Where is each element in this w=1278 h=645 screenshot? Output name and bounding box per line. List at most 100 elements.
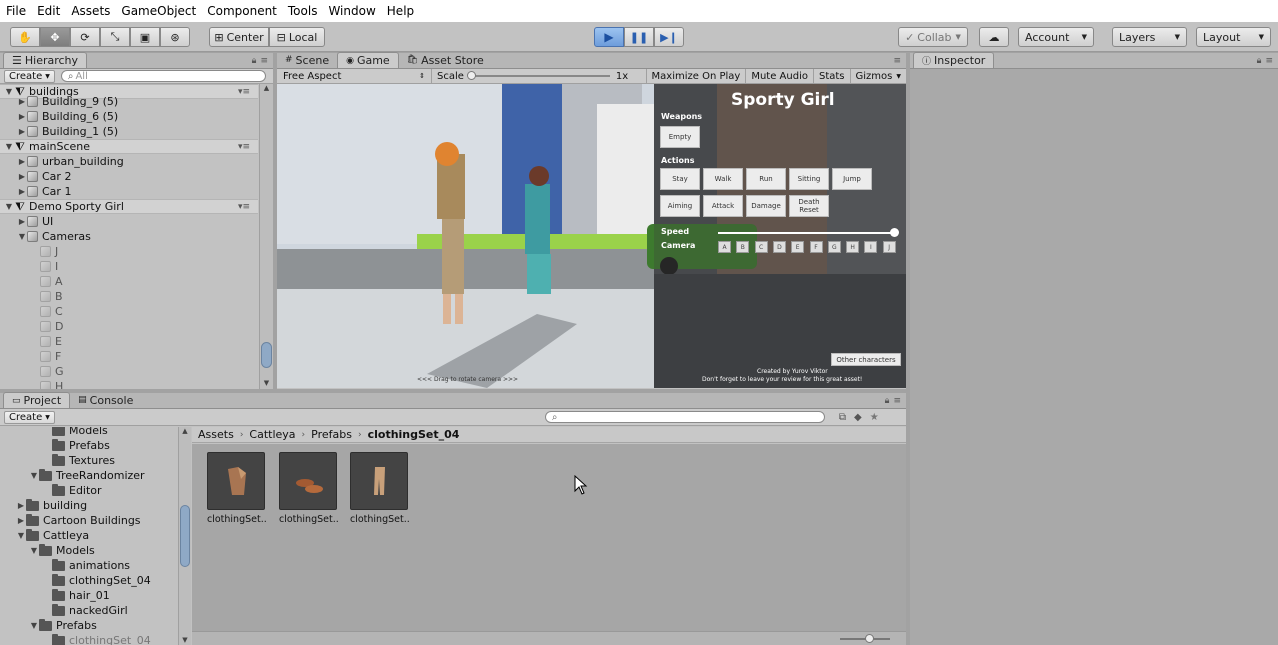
action-walk-button[interactable]: Walk: [703, 168, 743, 190]
action-attack-button[interactable]: Attack: [703, 195, 743, 217]
layers-dropdown[interactable]: Layers ▼: [1112, 27, 1187, 47]
hierarchy-create-button[interactable]: Create ▼: [4, 69, 55, 83]
hierarchy-scroll-thumb[interactable]: [261, 342, 272, 368]
project-folder-row[interactable]: ▼ TreeRandomizer: [0, 468, 178, 483]
chevron-right-icon[interactable]: ▶: [17, 187, 27, 196]
cloud-button[interactable]: ☁: [979, 27, 1009, 47]
action-aiming-button[interactable]: Aiming: [660, 195, 700, 217]
project-create-button[interactable]: Create ▼: [4, 410, 55, 424]
hierarchy-row[interactable]: B: [0, 289, 258, 304]
hierarchy-row[interactable]: J: [0, 244, 258, 259]
camera-key-button[interactable]: H: [846, 241, 860, 253]
chevron-right-icon[interactable]: ▶: [17, 112, 27, 121]
project-folder-row[interactable]: ▼ Prefabs: [0, 618, 178, 633]
menu-window[interactable]: Window: [328, 4, 375, 18]
camera-key-button[interactable]: G: [827, 241, 841, 253]
hierarchy-row[interactable]: G: [0, 364, 258, 379]
project-folder-row[interactable]: ▶ Cartoon Buildings: [0, 513, 178, 528]
transform-tool-button[interactable]: ⊛: [160, 27, 190, 47]
action-jump-button[interactable]: Jump: [832, 168, 872, 190]
filter-type-icon[interactable]: ⧉: [839, 412, 846, 423]
action-death-reset-button[interactable]: Death Reset: [789, 195, 829, 217]
project-tree-scroll-thumb[interactable]: [180, 505, 190, 567]
chevron-down-icon[interactable]: ▼: [29, 471, 39, 480]
breadcrumb-assets[interactable]: Assets: [198, 428, 234, 441]
action-sitting-button[interactable]: Sitting: [789, 168, 829, 190]
layout-dropdown[interactable]: Layout ▼: [1196, 27, 1271, 47]
hierarchy-row[interactable]: ▼ Cameras: [0, 229, 258, 244]
scroll-down-icon[interactable]: ▼: [260, 379, 273, 387]
other-characters-button[interactable]: Other characters: [831, 353, 901, 366]
camera-key-button[interactable]: J: [882, 241, 896, 253]
tab-hierarchy[interactable]: ☰ Hierarchy: [3, 52, 88, 68]
scene-header-row[interactable]: ▼ ⧨ mainScene ▾≡: [0, 139, 258, 154]
scene-menu-icon[interactable]: ▾≡: [238, 202, 250, 212]
project-folder-row[interactable]: animations: [0, 558, 178, 573]
account-dropdown[interactable]: Account ▼: [1018, 27, 1094, 47]
project-folder-row[interactable]: Prefabs: [0, 438, 178, 453]
chevron-down-icon[interactable]: ▼: [4, 202, 14, 211]
chevron-right-icon[interactable]: ▶: [16, 516, 26, 525]
step-button[interactable]: ▶❙: [654, 27, 684, 47]
camera-key-button[interactable]: A: [718, 241, 731, 253]
hierarchy-row[interactable]: H: [0, 379, 258, 389]
tab-inspector[interactable]: ⓘ Inspector: [913, 52, 995, 68]
lock-icon[interactable]: 🔒︎: [885, 396, 890, 406]
project-folder-row[interactable]: ▶ building: [0, 498, 178, 513]
camera-key-button[interactable]: B: [736, 241, 750, 253]
menu-component[interactable]: Component: [207, 4, 277, 18]
chevron-down-icon[interactable]: ▼: [29, 546, 39, 555]
panel-menu-icon[interactable]: ≡: [893, 396, 901, 406]
project-folder-row[interactable]: clothingSet_04: [0, 573, 178, 588]
chevron-right-icon[interactable]: ▶: [16, 501, 26, 510]
camera-key-button[interactable]: E: [791, 241, 805, 253]
hierarchy-scrollbar[interactable]: ▲ ▼: [259, 84, 273, 389]
tab-asset-store[interactable]: 🛍︎ Asset Store: [399, 52, 492, 68]
menu-help[interactable]: Help: [387, 4, 414, 18]
chevron-down-icon[interactable]: ▼: [4, 142, 14, 151]
favorite-star-icon[interactable]: ★: [870, 412, 879, 423]
hierarchy-row[interactable]: C: [0, 304, 258, 319]
hierarchy-row[interactable]: ▶ Building_6 (5): [0, 109, 258, 124]
maximize-on-play-toggle[interactable]: Maximize On Play: [645, 68, 746, 84]
scale-tool-button[interactable]: ⤡: [100, 27, 130, 47]
menu-assets[interactable]: Assets: [71, 4, 110, 18]
menu-tools[interactable]: Tools: [288, 4, 318, 18]
camera-key-button[interactable]: D: [772, 241, 786, 253]
action-run-button[interactable]: Run: [746, 168, 786, 190]
tab-console[interactable]: ▤ Console: [70, 392, 141, 408]
camera-key-button[interactable]: C: [754, 241, 768, 253]
action-stay-button[interactable]: Stay: [660, 168, 700, 190]
hierarchy-row[interactable]: ▶ Building_1 (5): [0, 124, 258, 139]
chevron-down-icon[interactable]: ▼: [17, 232, 27, 241]
hierarchy-row[interactable]: E: [0, 334, 258, 349]
panel-menu-icon[interactable]: ≡: [1265, 56, 1273, 66]
speed-slider-knob[interactable]: [890, 228, 899, 237]
breadcrumb-prefabs[interactable]: Prefabs: [311, 428, 352, 441]
panel-menu-icon[interactable]: ≡: [893, 56, 901, 66]
hierarchy-row[interactable]: ▶ Car 2: [0, 169, 258, 184]
chevron-down-icon[interactable]: ▼: [29, 621, 39, 630]
tab-scene[interactable]: # Scene: [277, 52, 337, 68]
pause-button[interactable]: ❚❚: [624, 27, 654, 47]
project-search-input[interactable]: ⌕: [544, 411, 825, 423]
play-button[interactable]: ▶: [594, 27, 624, 47]
chevron-right-icon[interactable]: ▶: [17, 217, 27, 226]
scroll-up-icon[interactable]: ▲: [179, 427, 191, 435]
chevron-down-icon[interactable]: ▼: [4, 87, 14, 96]
breadcrumb-cattleya[interactable]: Cattleya: [249, 428, 295, 441]
project-folder-row[interactable]: Editor: [0, 483, 178, 498]
stats-toggle[interactable]: Stats: [812, 68, 850, 84]
mute-audio-toggle[interactable]: Mute Audio: [745, 68, 813, 84]
camera-key-button[interactable]: F: [809, 241, 823, 253]
project-folder-row[interactable]: ▼ Models: [0, 543, 178, 558]
gizmos-dropdown[interactable]: Gizmos ▼: [849, 68, 906, 84]
project-folder-row[interactable]: ▼ Cattleya: [0, 528, 178, 543]
menu-gameobject[interactable]: GameObject: [121, 4, 196, 18]
hierarchy-row[interactable]: ▶ Car 1: [0, 184, 258, 199]
space-local-button[interactable]: ⊟ Local: [269, 27, 325, 47]
speed-slider[interactable]: [718, 232, 894, 234]
scene-header-row[interactable]: ▼ ⧨ Demo Sporty Girl ▾≡: [0, 199, 258, 214]
chevron-right-icon[interactable]: ▶: [17, 172, 27, 181]
scale-slider-knob[interactable]: [466, 71, 476, 80]
